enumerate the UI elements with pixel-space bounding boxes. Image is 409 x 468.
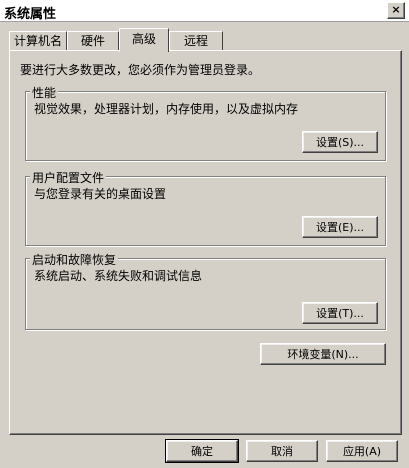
close-button[interactable]: ×: [387, 2, 405, 19]
performance-group: 性能 视觉效果，处理器计划，内存使用，以及虚拟内存 设置(S)...: [25, 84, 386, 161]
startup-recovery-description: 系统启动、系统失败和调试信息: [34, 269, 203, 283]
startup-recovery-settings-button[interactable]: 设置(T)...: [302, 302, 378, 324]
user-profiles-description: 与您登录有关的桌面设置: [34, 187, 167, 201]
close-icon: ×: [391, 3, 401, 16]
startup-recovery-group: 启动和故障恢复 系统启动、系统失败和调试信息 设置(T)...: [25, 251, 386, 330]
user-profiles-group: 用户配置文件 与您登录有关的桌面设置 设置(E)...: [25, 169, 386, 246]
ok-button[interactable]: 确定: [165, 439, 239, 463]
tab-advanced[interactable]: 高级: [119, 28, 169, 52]
performance-group-title: 性能: [30, 84, 59, 101]
window-title: 系统属性: [4, 7, 57, 22]
performance-description: 视觉效果，处理器计划，内存使用，以及虚拟内存: [34, 102, 299, 116]
admin-note: 要进行大多数更改，您必须作为管理员登录。: [20, 63, 261, 77]
tab-hardware[interactable]: 硬件: [67, 31, 119, 51]
user-profiles-group-title: 用户配置文件: [30, 169, 107, 186]
performance-settings-button[interactable]: 设置(S)...: [302, 131, 378, 153]
tab-strip: 计算机名 硬件 高级 远程: [9, 28, 404, 52]
apply-button[interactable]: 应用(A): [326, 440, 398, 462]
tab-remote[interactable]: 远程: [169, 31, 223, 51]
user-profiles-settings-button[interactable]: 设置(E)...: [302, 216, 378, 238]
startup-recovery-group-title: 启动和故障恢复: [30, 251, 119, 268]
title-bar: 系统属性 ×: [0, 0, 409, 22]
tab-computer-name[interactable]: 计算机名: [9, 31, 67, 51]
cancel-button[interactable]: 取消: [246, 440, 318, 462]
